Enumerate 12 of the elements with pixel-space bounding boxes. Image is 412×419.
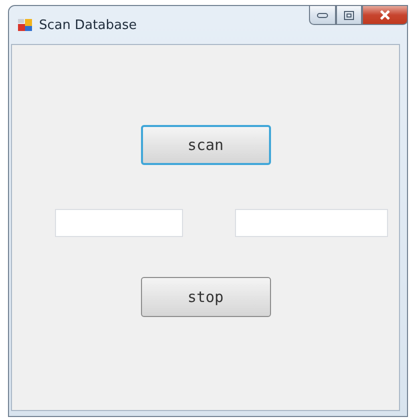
close-button[interactable] bbox=[362, 5, 408, 25]
text-field[interactable] bbox=[235, 209, 388, 237]
maximize-icon bbox=[344, 10, 354, 20]
close-icon bbox=[379, 10, 391, 20]
window-title: Scan Database bbox=[39, 18, 137, 32]
minimize-icon bbox=[317, 12, 328, 18]
maximize-button[interactable] bbox=[336, 5, 362, 25]
text-field[interactable] bbox=[55, 209, 183, 237]
button[interactable]: stop bbox=[140, 277, 270, 317]
app-icon bbox=[17, 17, 33, 33]
button[interactable]: scan bbox=[140, 125, 270, 165]
minimize-button[interactable] bbox=[309, 5, 336, 25]
